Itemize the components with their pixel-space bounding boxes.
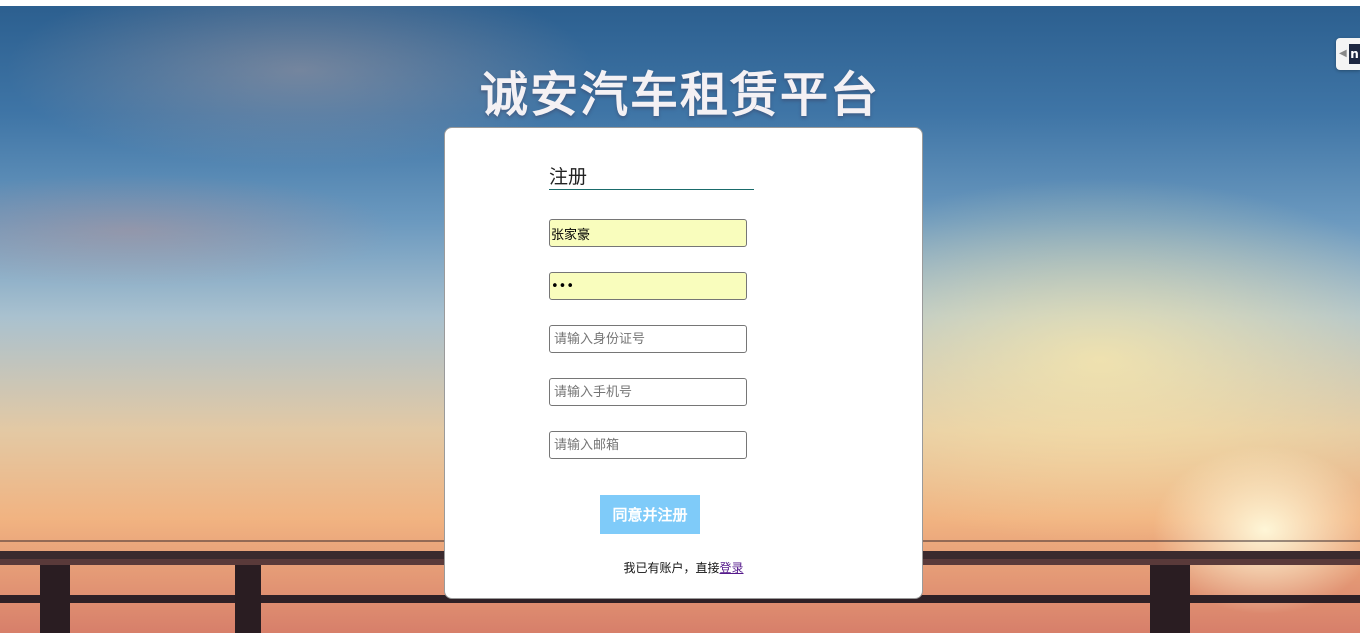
phone-field[interactable] (549, 378, 747, 406)
login-prompt-text: 我已有账户，直接 (623, 561, 720, 575)
form-heading: 注册 (549, 162, 754, 190)
page-title: 诚安汽车租赁平台 (479, 67, 880, 123)
email-field[interactable] (549, 431, 747, 459)
extension-logo-icon: n (1349, 44, 1360, 64)
login-link[interactable]: 登录 (720, 561, 744, 575)
id-number-field[interactable] (549, 325, 747, 353)
password-field[interactable] (549, 272, 747, 300)
username-field[interactable] (549, 219, 747, 247)
login-prompt: 我已有账户，直接登录 (445, 559, 922, 576)
top-border (0, 0, 1360, 6)
register-card: 注册 同意并注册 我已有账户，直接登录 (444, 127, 923, 599)
chevron-left-icon: ◀ (1339, 48, 1347, 59)
side-extension-tab[interactable]: ◀ n (1336, 38, 1360, 70)
register-button[interactable]: 同意并注册 (600, 495, 700, 534)
